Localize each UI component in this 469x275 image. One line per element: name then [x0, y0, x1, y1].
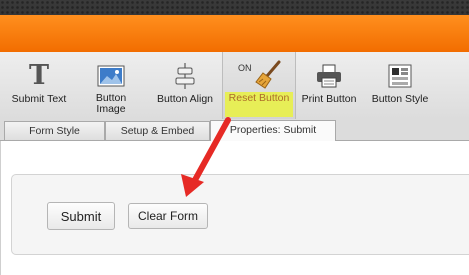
broom-icon — [254, 60, 282, 93]
tab-setup-embed[interactable]: Setup & Embed — [105, 121, 210, 140]
submit-button[interactable]: Submit — [47, 202, 115, 230]
submit-text-tool[interactable]: T Submit Text — [4, 52, 74, 119]
svg-text:T: T — [29, 60, 49, 88]
style-icon — [388, 64, 412, 91]
print-button-label: Print Button — [301, 93, 357, 105]
properties-toolbar: T Submit Text Button Image Button Align — [0, 52, 469, 120]
orange-header-band — [0, 15, 469, 52]
button-style-tool[interactable]: Button Style — [366, 52, 434, 119]
image-icon — [97, 65, 125, 90]
align-icon — [175, 62, 195, 93]
submit-text-label: Submit Text — [11, 93, 67, 105]
form-preview-area: Submit Clear Form — [0, 141, 469, 275]
clear-form-button[interactable]: Clear Form — [128, 203, 208, 229]
button-align-label: Button Align — [156, 93, 214, 105]
printer-icon — [316, 64, 342, 91]
reset-highlight: Reset Button — [225, 92, 293, 117]
tab-properties-submit[interactable]: Properties: Submit — [210, 120, 336, 141]
button-image-label: Button Image — [95, 92, 127, 115]
button-align-tool[interactable]: Button Align — [148, 52, 222, 119]
text-T-icon: T — [27, 60, 51, 91]
button-style-label: Button Style — [371, 93, 429, 105]
tab-bar: Form Style Setup & Embed Properties: Sub… — [0, 119, 469, 141]
reset-button-label: Reset Button — [228, 92, 290, 104]
print-button-tool[interactable]: Print Button — [298, 52, 360, 119]
toggle-on-label: ON — [238, 63, 252, 73]
form-button-panel: Submit Clear Form — [11, 174, 469, 255]
reset-button-tool[interactable]: ON Reset Button — [222, 52, 296, 119]
button-image-tool[interactable]: Button Image — [80, 52, 142, 119]
tab-form-style[interactable]: Form Style — [4, 121, 105, 140]
